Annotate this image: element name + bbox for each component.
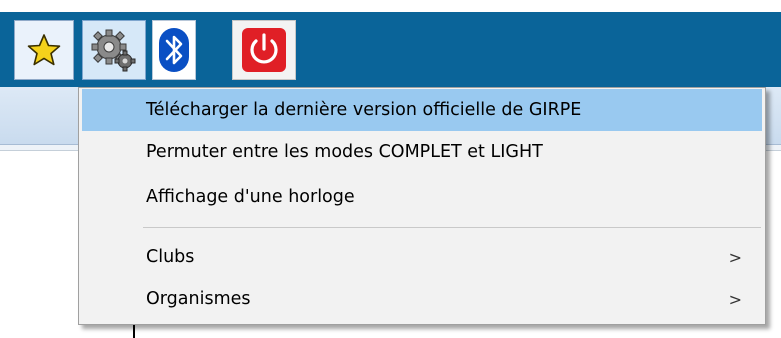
menu-item-label: Permuter entre les modes COMPLET et LIGH… (146, 142, 543, 162)
chevron-right-icon: > (728, 289, 742, 309)
menu-item-label: Clubs (146, 247, 195, 267)
menu-separator (143, 227, 761, 228)
gear-icon (91, 29, 136, 72)
power-button[interactable] (232, 20, 296, 80)
menu-item-clubs[interactable]: Clubs > (82, 236, 762, 278)
menu-item-label: Organismes (146, 289, 251, 309)
menu-item-label: Affichage d'une horloge (146, 187, 355, 207)
settings-button[interactable] (82, 20, 146, 80)
power-icon (242, 28, 286, 72)
bluetooth-icon (159, 28, 189, 72)
toolbar (0, 12, 781, 87)
window-top-edge (0, 0, 781, 12)
menu-item-download-latest-version[interactable]: Télécharger la dernière version officiel… (82, 89, 762, 131)
star-icon (27, 34, 61, 66)
menu-item-toggle-modes[interactable]: Permuter entre les modes COMPLET et LIGH… (82, 131, 762, 173)
menu-item-label: Télécharger la dernière version officiel… (146, 100, 582, 120)
bluetooth-button[interactable] (152, 20, 196, 80)
menu-item-organismes[interactable]: Organismes > (82, 278, 762, 320)
menu-item-show-clock[interactable]: Affichage d'une horloge (82, 176, 762, 218)
favorites-button[interactable] (14, 20, 74, 80)
settings-dropdown-menu: Télécharger la dernière version officiel… (78, 87, 766, 325)
chevron-right-icon: > (728, 247, 742, 267)
